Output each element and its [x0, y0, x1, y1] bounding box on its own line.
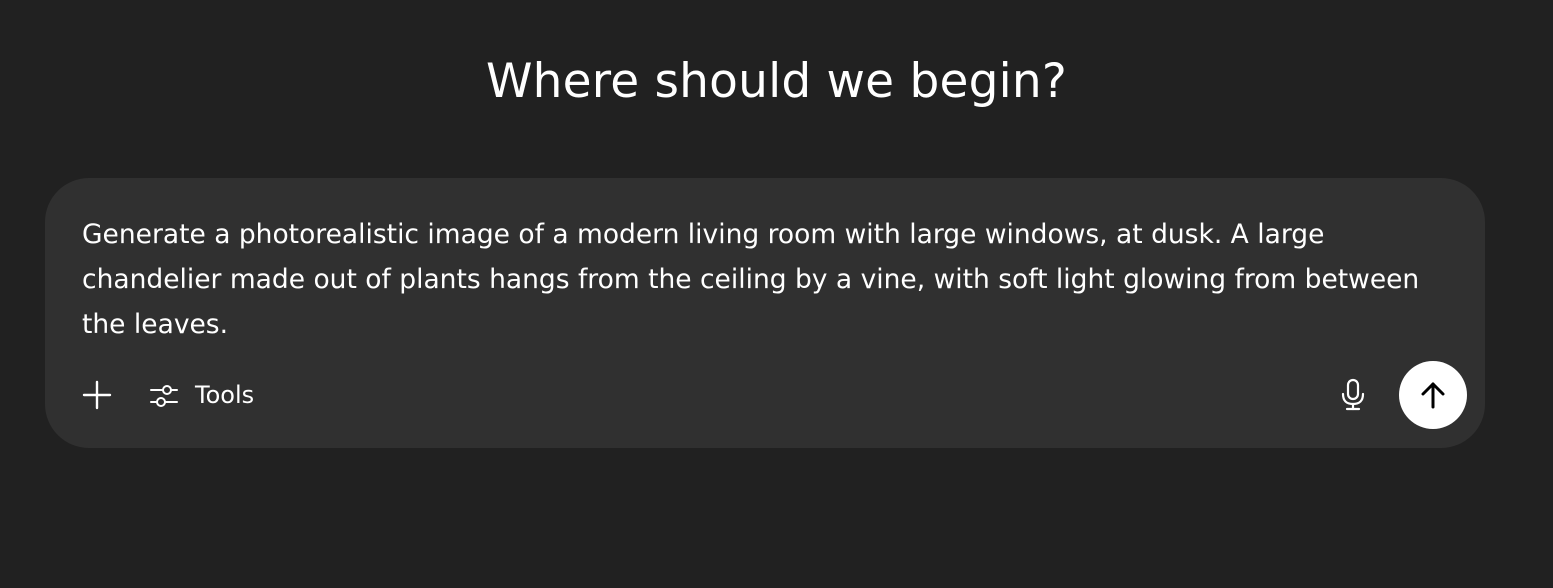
add-attachment-button[interactable] — [77, 377, 117, 413]
microphone-icon — [1341, 378, 1365, 411]
prompt-composer: Generate a photorealistic image of a mod… — [45, 178, 1485, 448]
chat-home-page: Where should we begin? Generate a photor… — [0, 0, 1553, 588]
prompt-input[interactable]: Generate a photorealistic image of a mod… — [82, 212, 1442, 347]
composer-toolbar: Tools — [45, 361, 1485, 429]
plus-icon — [82, 380, 112, 410]
send-button[interactable] — [1399, 361, 1467, 429]
voice-input-button[interactable] — [1333, 375, 1373, 415]
arrow-up-icon — [1421, 382, 1445, 409]
sliders-icon — [150, 385, 178, 407]
page-heading: Where should we begin? — [485, 54, 1068, 109]
tools-label: Tools — [195, 381, 255, 409]
tools-button[interactable]: Tools — [145, 375, 258, 415]
